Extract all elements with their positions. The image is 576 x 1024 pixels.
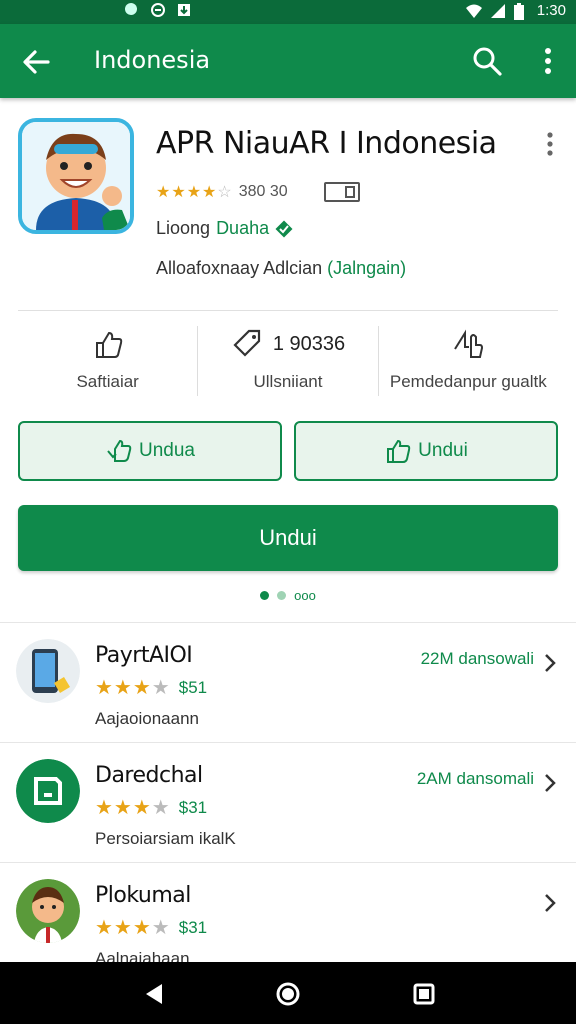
divider — [18, 310, 558, 311]
list-item-name: Plokumal — [95, 883, 191, 908]
status-bar: 1:30 — [0, 0, 576, 24]
app-icon — [18, 118, 134, 234]
back-arrow-icon[interactable] — [18, 44, 54, 80]
list-item-subtitle: Persoiarsiam ikalK — [95, 829, 236, 848]
rating-stars: ★★★★☆ — [156, 184, 233, 201]
developer-prefix: Lioong — [156, 218, 211, 238]
nav-home-icon[interactable] — [274, 980, 302, 1008]
app-toolbar: Indonesia — [0, 24, 576, 98]
nav-recents-icon[interactable] — [410, 980, 438, 1008]
search-icon[interactable] — [470, 44, 504, 78]
list-item-subtitle: Aajaoionaann — [95, 709, 199, 728]
character-app-icon — [16, 879, 80, 943]
developer-row[interactable]: Lioong Duaha — [156, 218, 293, 239]
hand-check-icon — [107, 439, 132, 462]
app-overflow-icon[interactable] — [540, 130, 560, 158]
list-item-price: $31 — [178, 797, 208, 817]
stat-item: Saftiaiar — [18, 326, 197, 396]
list-item-size: 2AM dansomali — [416, 769, 534, 788]
stat-value: 1 90336 — [272, 332, 346, 355]
notification-dot-icon — [124, 2, 140, 18]
download-notification-icon — [176, 2, 192, 18]
pager-dot — [277, 591, 287, 600]
stat-item: 1 90336 Ullsniiant — [197, 326, 377, 396]
nav-back-icon[interactable] — [140, 980, 168, 1008]
signal-icon — [489, 3, 505, 19]
stat-label: Ullsniiant — [253, 372, 323, 391]
rating-hand-icon — [451, 327, 485, 361]
install-button-right[interactable]: Undui — [294, 421, 558, 481]
status-time: 1:30 — [536, 2, 566, 19]
toolbar-title: Indonesia — [94, 46, 211, 74]
overflow-menu-icon[interactable] — [536, 44, 560, 78]
install-button-left[interactable]: Undua — [18, 421, 282, 481]
chevron-right-icon[interactable] — [542, 651, 558, 675]
thumbs-up-icon — [387, 439, 411, 463]
page-indicator: ooo — [0, 588, 576, 603]
list-item-size: 22M dansowali — [420, 649, 534, 668]
verified-badge-icon — [275, 220, 293, 238]
app-category: Alloafoxnaay Adlcian (Jalngain) — [156, 258, 406, 279]
stat-label: Pemdedanpur gualtk — [389, 372, 547, 391]
list-item-price: $51 — [178, 677, 208, 697]
stat-item: Pemdedanpur gualtk — [377, 326, 558, 396]
list-item-name: PayrtAIOI — [95, 643, 193, 668]
chevron-right-icon[interactable] — [542, 891, 558, 915]
rating-count: 380 30 — [238, 183, 288, 200]
primary-install-button[interactable]: Undui — [18, 505, 558, 571]
install-right-label: Undui — [418, 440, 468, 461]
green-circle-app-icon — [16, 759, 80, 823]
sync-icon — [150, 2, 166, 18]
chevron-right-icon[interactable] — [542, 771, 558, 795]
list-item-name: Daredchal — [95, 763, 203, 788]
app-rating-row: ★★★★☆ 380 30 — [156, 182, 360, 202]
pager-dot-active — [260, 591, 270, 600]
list-item-rating: ★★★★ $31 — [95, 795, 207, 820]
list-item[interactable]: PayrtAIOI ★★★★ $51 Aajaoionaann 22M dans… — [0, 622, 576, 742]
developer-name[interactable]: Duaha — [216, 218, 269, 239]
phone-app-icon — [16, 639, 80, 703]
rating-stars: ★★★★ — [95, 677, 171, 699]
system-nav-bar — [0, 962, 576, 1024]
content-rating-icon — [323, 182, 360, 202]
tag-icon — [231, 327, 265, 361]
related-apps-list: PayrtAIOI ★★★★ $51 Aajaoionaann 22M dans… — [0, 622, 576, 982]
rating-stars: ★★★★ — [95, 917, 171, 939]
list-item-rating: ★★★★ $51 — [95, 675, 207, 700]
action-row: Undua Undui — [18, 421, 558, 481]
list-item-price: $31 — [178, 917, 208, 937]
list-item[interactable]: Daredchal ★★★★ $31 Persoiarsiam ikalK 2A… — [0, 742, 576, 862]
pager-label: ooo — [294, 588, 316, 603]
app-name: APR NiauAR I Indonesia — [156, 126, 497, 161]
thumbs-up-icon — [91, 327, 125, 361]
rating-stars: ★★★★ — [95, 797, 171, 819]
stats-row: Saftiaiar 1 90336 Ullsniiant Pemdedanpur… — [18, 326, 558, 396]
app-header: APR NiauAR I Indonesia ★★★★☆ 380 30 Lioo… — [0, 98, 576, 312]
stat-label: Saftiaiar — [76, 372, 139, 391]
wifi-icon — [465, 3, 482, 19]
category-highlight[interactable]: (Jalngain) — [327, 258, 406, 278]
install-left-label: Undua — [139, 440, 195, 461]
battery-icon — [513, 2, 529, 20]
list-item-rating: ★★★★ $31 — [95, 915, 207, 940]
category-text: Alloafoxnaay Adlcian — [156, 258, 323, 278]
